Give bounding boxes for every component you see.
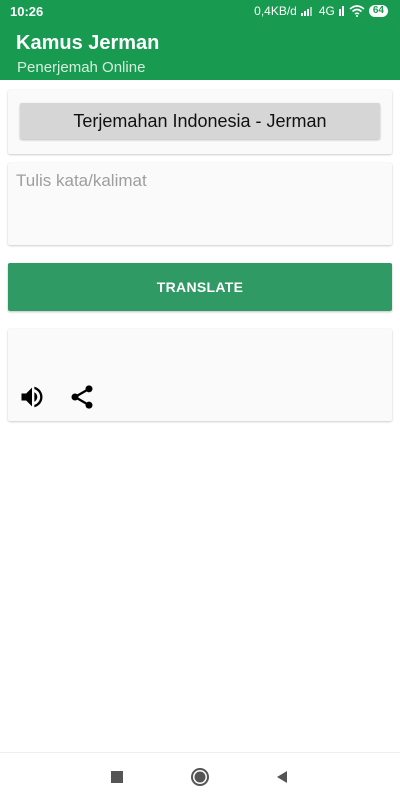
- signal-icon: [300, 6, 315, 16]
- wifi-icon: [349, 5, 365, 17]
- square-icon[interactable]: [105, 765, 129, 789]
- battery-indicator: 64: [368, 5, 388, 17]
- translate-button[interactable]: TRANSLATE: [8, 263, 392, 311]
- signal-bars-icon: [338, 6, 345, 16]
- network-type: 4G: [318, 4, 335, 18]
- status-indicators: 0,4KB/d 4G 64: [254, 4, 388, 18]
- output-card: [8, 329, 392, 421]
- network-speed: 0,4KB/d: [254, 4, 297, 18]
- status-bar: 10:26 0,4KB/d 4G 64: [0, 0, 400, 24]
- share-icon[interactable]: [66, 381, 98, 413]
- navigation-bar: [0, 752, 400, 801]
- input-card: [8, 163, 392, 245]
- circle-icon[interactable]: [188, 765, 212, 789]
- triangle-back-icon[interactable]: [270, 765, 294, 789]
- status-time: 10:26: [10, 4, 44, 19]
- app-subtitle: Penerjemah Online: [17, 59, 146, 76]
- language-direction-button[interactable]: Terjemahan Indonesia - Jerman: [20, 103, 380, 139]
- text-input[interactable]: [16, 171, 376, 231]
- language-card: Terjemahan Indonesia - Jerman: [8, 90, 392, 154]
- app-title: Kamus Jerman: [16, 32, 160, 54]
- app-bar: Kamus Jerman Penerjemah Online: [0, 24, 400, 80]
- speaker-icon[interactable]: [16, 381, 48, 413]
